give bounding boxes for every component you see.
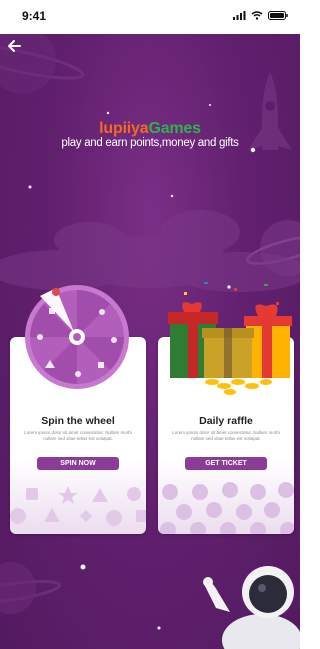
status-icons (233, 11, 288, 20)
spin-wheel-image (25, 285, 129, 389)
daily-raffle-title: Daily raffle (199, 415, 253, 427)
planet-top-left (0, 26, 85, 94)
status-time: 9:41 (22, 9, 47, 23)
planet-bottom-left (0, 562, 62, 614)
confetti (184, 282, 279, 305)
astronaut-image (203, 566, 300, 649)
app-title: lupiiyaGames (0, 120, 300, 138)
coins-pattern (160, 482, 294, 534)
signal-icon (233, 11, 246, 20)
title-brand-part2: Games (148, 120, 201, 137)
daily-raffle-description: Lorem ipsum dolor sit amet consectetur. … (172, 430, 280, 441)
games-screen: 9:41 lupiiyaGames play and earn points,m… (0, 0, 300, 649)
spin-wheel-description: Lorem ipsum dolor sit amet consectetur. … (24, 430, 132, 441)
app-subtitle: play and earn points,money and gifts (61, 137, 239, 149)
back-arrow-icon[interactable] (6, 38, 22, 54)
title-brand-part1: lupiiya (99, 120, 149, 137)
spin-wheel-title: Spin the wheel (41, 415, 115, 427)
gift-boxes-image (168, 282, 292, 395)
wifi-icon (251, 11, 263, 20)
spin-now-button[interactable]: SPIN NOW (37, 457, 119, 470)
planet-right (246, 220, 300, 276)
status-bar: 9:41 (0, 0, 300, 34)
battery-icon (268, 11, 288, 20)
get-ticket-button[interactable]: GET TICKET (185, 457, 267, 470)
shapes-pattern (10, 486, 146, 526)
